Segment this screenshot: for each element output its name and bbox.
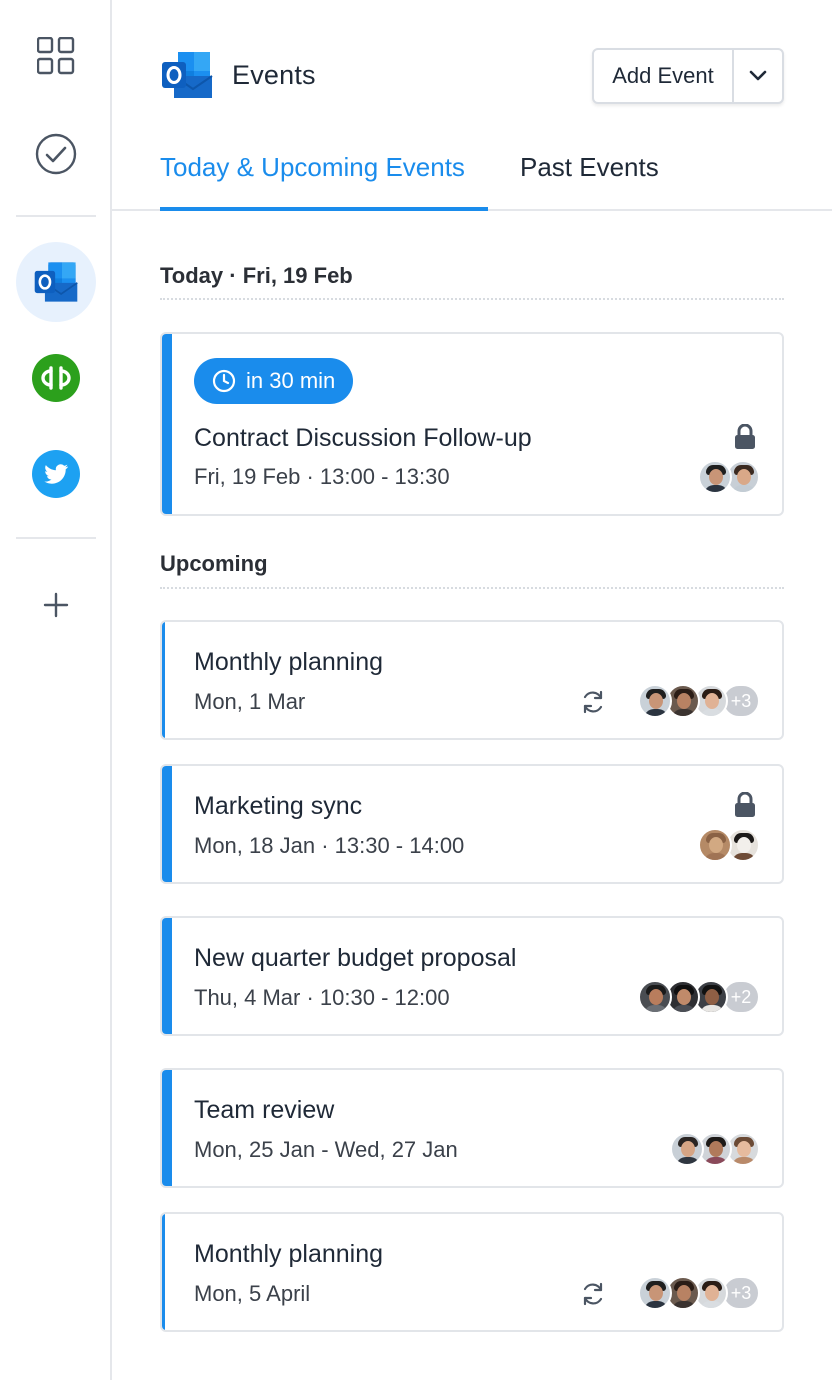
event-color-bar: [162, 918, 172, 1034]
add-event-dropdown-button[interactable]: [734, 50, 782, 102]
recurring-icon: [583, 690, 603, 714]
event-time: Fri, 19 Feb · 13:00 - 13:30: [194, 464, 450, 489]
badge-label: in 30 min: [246, 368, 336, 393]
event-color-bar: [162, 334, 172, 514]
sidebar-item-outlook[interactable]: [16, 242, 96, 322]
tab-today-upcoming[interactable]: Today & Upcoming Events: [160, 152, 465, 183]
add-event-split-button: Add Event: [592, 48, 784, 104]
recurring-icon: [583, 1282, 603, 1306]
sidebar-item-twitter[interactable]: [16, 434, 96, 514]
event-title: Team review: [194, 1096, 335, 1124]
event-title: Contract Discussion Follow-up: [194, 424, 532, 452]
sidebar-item-tasks[interactable]: [16, 114, 96, 194]
event-time: Mon, 25 Jan - Wed, 27 Jan: [194, 1137, 458, 1162]
event-time: Thu, 4 Mar · 10:30 - 12:00: [194, 985, 450, 1010]
section-divider: [160, 298, 784, 300]
avatar: [698, 460, 732, 494]
sidebar: [0, 0, 112, 1380]
attendee-avatars: [698, 460, 760, 494]
attendee-avatars: +2: [638, 980, 760, 1014]
attendee-avatars: [670, 1132, 760, 1166]
event-time: Mon, 5 April: [194, 1281, 311, 1306]
add-event-button[interactable]: Add Event: [594, 50, 734, 102]
sidebar-add-button[interactable]: [16, 565, 96, 645]
page-title: Events: [232, 60, 316, 90]
avatar: [638, 1276, 672, 1310]
lock-icon: [735, 792, 755, 817]
avatar: [698, 828, 732, 862]
section-heading-upcoming: Upcoming: [160, 551, 268, 576]
event-card[interactable]: Monthly planning Mon, 1 Mar +3: [160, 620, 784, 740]
event-card[interactable]: Marketing sync Mon, 18 Jan · 13:30 - 14:…: [160, 764, 784, 884]
event-color-bar: [162, 766, 172, 882]
avatar: [670, 1132, 704, 1166]
plus-icon: [43, 592, 69, 618]
event-time: Mon, 18 Jan · 13:30 - 14:00: [194, 833, 465, 858]
sidebar-divider: [16, 537, 96, 539]
sidebar-item-apps[interactable]: [16, 16, 96, 96]
event-card[interactable]: Team review Mon, 25 Jan - Wed, 27 Jan: [160, 1068, 784, 1188]
section-heading-today: Today · Fri, 19 Feb: [160, 263, 353, 288]
event-title: Marketing sync: [194, 792, 363, 820]
section-divider: [160, 587, 784, 589]
check-circle-icon: [35, 133, 77, 175]
attendee-avatars: +3: [638, 684, 760, 718]
event-color-bar: [162, 1214, 172, 1330]
avatar: [638, 684, 672, 718]
event-card[interactable]: New quarter budget proposal Thu, 4 Mar ·…: [160, 916, 784, 1036]
event-title: Monthly planning: [194, 648, 384, 676]
quickbooks-icon: [32, 354, 80, 402]
twitter-icon: [32, 450, 80, 498]
time-until-badge: in 30 min: [194, 358, 354, 404]
tab-past-events[interactable]: Past Events: [520, 152, 659, 183]
event-time: Mon, 1 Mar: [194, 689, 306, 714]
avatar: [638, 980, 672, 1014]
outlook-icon: [34, 262, 78, 302]
event-title: Monthly planning: [194, 1240, 384, 1268]
attendee-avatars: +3: [638, 1276, 760, 1310]
lock-icon: [735, 424, 755, 449]
chevron-down-icon: [749, 70, 767, 81]
outlook-logo-icon: [162, 52, 213, 98]
attendee-avatars: [698, 828, 760, 862]
event-color-bar: [162, 622, 172, 738]
event-card[interactable]: Monthly planning Mon, 5 April +3: [160, 1212, 784, 1332]
grid-icon: [37, 37, 75, 75]
event-card[interactable]: in 30 min Contract Discussion Follow-up …: [160, 332, 784, 516]
sidebar-divider: [16, 215, 96, 217]
sidebar-item-quickbooks[interactable]: [16, 338, 96, 418]
event-title: New quarter budget proposal: [194, 944, 517, 972]
active-tab-indicator: [160, 207, 488, 211]
clock-icon: [212, 369, 236, 393]
event-color-bar: [162, 1070, 172, 1186]
